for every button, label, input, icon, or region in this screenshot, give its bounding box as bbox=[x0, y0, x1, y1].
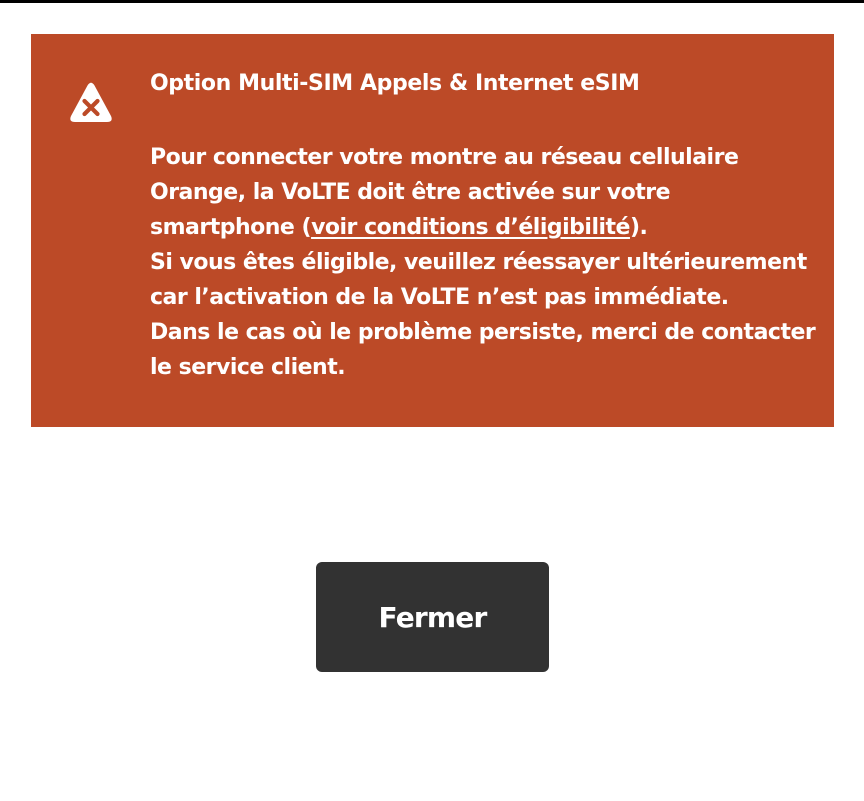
alert-message-line: smartphone (voir conditions d’éligibilit… bbox=[150, 210, 820, 245]
alert-message: Pour connecter votre montre au réseau ce… bbox=[150, 140, 820, 385]
eligibility-conditions-link[interactable]: voir conditions d’éligibilité bbox=[311, 215, 630, 240]
error-triangle-icon bbox=[68, 80, 114, 126]
error-alert: Option Multi-SIM Appels & Internet eSIM … bbox=[31, 34, 834, 427]
alert-message-line: Si vous êtes éligible, veuillez réessaye… bbox=[150, 250, 807, 275]
top-divider bbox=[0, 0, 864, 3]
alert-message-line: Pour connecter votre montre au réseau ce… bbox=[150, 145, 739, 170]
alert-message-text: smartphone ( bbox=[150, 215, 312, 240]
alert-message-line: car l’activation de la VoLTE n’est pas i… bbox=[150, 285, 729, 310]
alert-message-line: Dans le cas où le problème persiste, mer… bbox=[150, 320, 816, 345]
close-button[interactable]: Fermer bbox=[316, 562, 549, 672]
alert-title: Option Multi-SIM Appels & Internet eSIM bbox=[150, 71, 640, 96]
alert-message-text: ). bbox=[629, 215, 648, 240]
alert-message-line: le service client. bbox=[150, 355, 346, 380]
alert-message-line: Orange, la VoLTE doit être activée sur v… bbox=[150, 180, 671, 205]
